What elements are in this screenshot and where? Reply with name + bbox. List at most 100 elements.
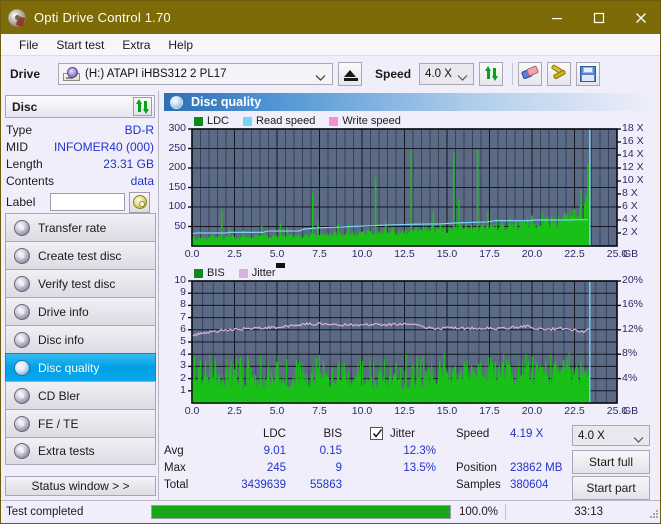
samples-stat-value: 380604 <box>510 479 549 491</box>
speed-select-value: 4.0 X <box>425 67 452 80</box>
bis-chart-y2tick: 20% <box>622 274 644 286</box>
stats-avg-bis: 0.15 <box>319 445 342 457</box>
disc-info-row-type: Type BD-R <box>6 121 154 138</box>
stats-row-total-label: Total <box>164 479 189 491</box>
eject-icon <box>344 69 357 77</box>
speed-select[interactable]: 4.0 X <box>419 62 475 85</box>
ldc-chart-xtick: 7.5 <box>312 248 327 260</box>
bis-chart-ytick: 2 <box>180 371 186 384</box>
sidebar-item-verify-test-disc[interactable]: Verify test disc <box>5 269 156 297</box>
disc-info-row-mid: MID INFOMER40 (000) <box>6 138 154 155</box>
speed-label: Speed <box>375 66 412 81</box>
ldc-chart-xtick: 12.5 <box>394 248 415 260</box>
position-stat-label: Position <box>456 462 497 474</box>
ldc-chart-y2tick: 12 X <box>622 161 644 173</box>
menu-help[interactable]: Help <box>159 36 202 54</box>
ldc-chart-y2tick: 16 X <box>622 135 644 147</box>
position-stat-value: 23862 MB <box>510 462 563 474</box>
menu-start-test[interactable]: Start test <box>47 36 113 54</box>
stats-row-avg-label: Avg <box>164 445 184 457</box>
ldc-chart-xlabel: GB <box>623 248 639 260</box>
bis-chart-ytick: 3 <box>180 359 186 372</box>
save-button[interactable] <box>576 61 601 86</box>
close-button[interactable] <box>620 1 660 34</box>
test-speed-select[interactable]: 4.0 X <box>572 425 650 446</box>
stats-max-bis: 9 <box>335 462 342 474</box>
bis-chart-ytick: 7 <box>180 310 186 323</box>
disc-refresh-button[interactable] <box>133 97 152 116</box>
jitter-checkbox[interactable] <box>370 427 383 440</box>
eject-button[interactable] <box>338 61 363 86</box>
bis-chart-ytick: 9 <box>180 286 186 299</box>
disc-label-refresh-button[interactable] <box>129 191 150 213</box>
resize-grip-icon[interactable] <box>649 510 659 520</box>
sidebar-item-label: Verify test disc <box>38 276 116 291</box>
tools-button[interactable] <box>547 61 572 86</box>
sidebar-item-cd-bler[interactable]: CD Bler <box>5 381 156 409</box>
bis-chart-xtick: 7.5 <box>312 405 327 417</box>
elapsed-time: 33:13 <box>574 506 603 518</box>
ldc-chart-xtick: 10.0 <box>351 248 373 260</box>
refresh-icon <box>484 66 499 81</box>
sidebar-item-label: Disc quality <box>38 360 100 375</box>
stats-row-max-label: Max <box>164 462 186 474</box>
bis-chart: BIS Jitter 1 2 3 4 5 6 7 8 9 10 4% 8% 12% 16% 20% 0.0 2.5 5… <box>160 263 660 423</box>
main-content: Disc quality LDC Read speed Write speed 50 1… <box>160 91 660 500</box>
bis-chart-svg <box>188 280 621 404</box>
drive-select[interactable]: (H:) ATAPI iHBS312 2 PL17 <box>58 62 334 87</box>
bis-chart-ytick: 4 <box>180 347 186 360</box>
disc-type-label: Type <box>6 122 33 137</box>
minimize-button[interactable] <box>536 1 578 34</box>
stats-total-ldc: 3439639 <box>241 479 286 491</box>
bis-chart-y2tick: 16% <box>622 298 644 311</box>
ldc-chart-xtick: 22.5 <box>564 248 585 260</box>
sidebar-item-fe-te[interactable]: FE / TE <box>5 409 156 437</box>
bis-chart-xtick: 2.5 <box>227 405 242 417</box>
sidebar-item-label: Drive info <box>38 304 89 319</box>
bis-chart-ytick: 1 <box>180 383 186 396</box>
speed-stat-value: 4.19 X <box>510 428 544 440</box>
ldc-chart-svg <box>188 128 621 247</box>
sidebar-item-transfer-rate[interactable]: Transfer rate <box>5 213 156 241</box>
erase-button[interactable] <box>518 61 543 86</box>
save-icon <box>580 65 597 82</box>
app-disc-icon <box>8 8 26 27</box>
disc-contents-label: Contents <box>6 173 55 188</box>
ldc-chart-xtick: 5.0 <box>269 248 285 260</box>
bis-chart-xtick: 5.0 <box>269 405 285 417</box>
disc-label-input[interactable] <box>50 193 125 211</box>
bis-chart-xtick: 0.0 <box>184 405 200 417</box>
disc-info-row-contents: Contents data <box>6 172 154 189</box>
status-window-button[interactable]: Status window > > <box>5 476 156 496</box>
sidebar-item-label: CD Bler <box>38 388 81 403</box>
toolbar-divider <box>512 62 514 85</box>
sidebar-item-label: Transfer rate <box>38 220 107 235</box>
samples-stat-label: Samples <box>456 479 501 491</box>
ldc-chart-y2tick: 18 X <box>622 122 644 134</box>
disc-quality-icon <box>170 95 183 109</box>
chevron-down-icon <box>315 69 326 87</box>
menu-extra[interactable]: Extra <box>113 36 159 54</box>
start-full-button[interactable]: Start full <box>572 450 650 474</box>
status-message: Test completed <box>6 506 84 518</box>
sidebar-item-extra-tests[interactable]: Extra tests <box>5 437 156 465</box>
ldc-chart-y2tick: 8 X <box>622 187 638 199</box>
maximize-button[interactable] <box>578 1 620 34</box>
refresh-button[interactable] <box>479 61 504 86</box>
drive-toolbar: Drive (H:) ATAPI iHBS312 2 PL17 Speed 4.… <box>1 56 660 91</box>
sidebar-item-drive-info[interactable]: Drive info <box>5 297 156 325</box>
start-part-button[interactable]: Start part <box>572 476 650 500</box>
disc-label-label: Label <box>6 195 36 209</box>
ldc-chart-ytick: 300 <box>168 122 186 134</box>
sidebar-item-label: FE / TE <box>38 416 79 431</box>
menu-file[interactable]: File <box>10 36 47 54</box>
stats-header-bis: BIS <box>323 428 342 440</box>
disc-info-list: Type BD-R MID INFOMER40 (000) Length 23.… <box>6 121 154 213</box>
sidebar-item-disc-quality[interactable]: Disc quality <box>5 353 156 381</box>
disc-quality-icon <box>14 359 30 376</box>
menu-bar: File Start test Extra Help <box>1 34 660 56</box>
stats-header-ldc: LDC <box>262 428 286 440</box>
sidebar-item-disc-info[interactable]: Disc info <box>5 325 156 353</box>
sidebar-item-create-test-disc[interactable]: Create test disc <box>5 241 156 269</box>
panel-header: Disc quality <box>164 93 658 111</box>
